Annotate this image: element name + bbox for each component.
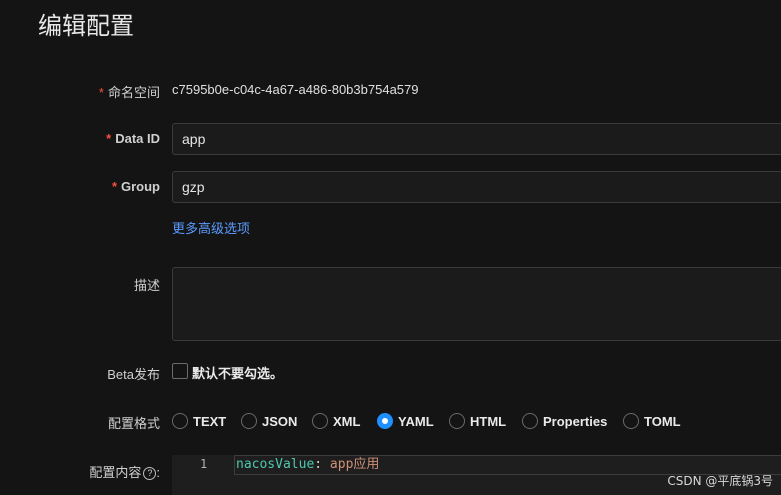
more-options-link[interactable]: 更多高级选项	[172, 218, 250, 237]
radio-button-selected[interactable]	[377, 413, 393, 429]
content-label: 配置内容?:	[89, 465, 160, 481]
format-option-html[interactable]: HTML	[449, 411, 506, 431]
format-option-xml[interactable]: XML	[312, 411, 360, 431]
format-option-yaml[interactable]: YAML	[377, 411, 434, 431]
group-input[interactable]: gzp	[172, 171, 781, 203]
beta-checkbox[interactable]	[172, 363, 188, 379]
description-textarea[interactable]	[172, 267, 781, 341]
namespace-label: * 命名空间	[98, 85, 160, 100]
code-value: app应用	[322, 457, 380, 472]
beta-row: Beta发布 默认不要勾选。	[0, 363, 781, 383]
group-label: * Group	[111, 179, 160, 194]
watermark: CSDN @平底锅3号	[667, 474, 773, 488]
data-id-label: * Data ID	[106, 131, 160, 146]
radio-button[interactable]	[449, 413, 465, 429]
beta-label: Beta发布	[107, 367, 160, 382]
radio-button[interactable]	[522, 413, 538, 429]
namespace-value: c7595b0e-c04c-4a67-a486-80b3b754a579	[172, 82, 419, 97]
format-option-properties[interactable]: Properties	[522, 411, 607, 431]
required-mark: *	[106, 131, 112, 146]
radio-button[interactable]	[312, 413, 328, 429]
format-option-json[interactable]: JSON	[241, 411, 297, 431]
format-option-toml[interactable]: TOML	[623, 411, 681, 431]
description-label: 描述	[133, 278, 160, 293]
radio-button[interactable]	[172, 413, 188, 429]
radio-button[interactable]	[241, 413, 257, 429]
code-separator: :	[314, 457, 323, 472]
required-mark: *	[111, 179, 117, 194]
required-mark: *	[98, 85, 104, 100]
edit-config-page: 编辑配置 * 命名空间 c7595b0e-c04c-4a67-a486-80b3b…	[0, 0, 781, 495]
code-key: nacosValue	[236, 457, 315, 472]
more-options-row: 更多高级选项	[0, 218, 781, 238]
radio-button[interactable]	[623, 413, 639, 429]
format-label: 配置格式	[107, 416, 160, 431]
data-id-row: * Data ID app	[0, 123, 781, 155]
format-row: 配置格式 TEXT JSON XML YAML HTML Properties …	[0, 411, 781, 431]
format-option-text[interactable]: TEXT	[172, 411, 226, 431]
namespace-row: * 命名空间 c7595b0e-c04c-4a67-a486-80b3b754a5…	[0, 82, 781, 102]
help-icon[interactable]: ?	[143, 467, 157, 481]
data-id-input[interactable]: app	[172, 123, 781, 155]
description-row: 描述	[0, 267, 781, 341]
group-row: * Group gzp	[0, 171, 781, 203]
editor-gutter: 1	[172, 455, 234, 495]
page-title: 编辑配置	[38, 12, 134, 40]
line-number: 1	[200, 457, 208, 471]
beta-checkbox-label: 默认不要勾选。	[192, 366, 284, 381]
